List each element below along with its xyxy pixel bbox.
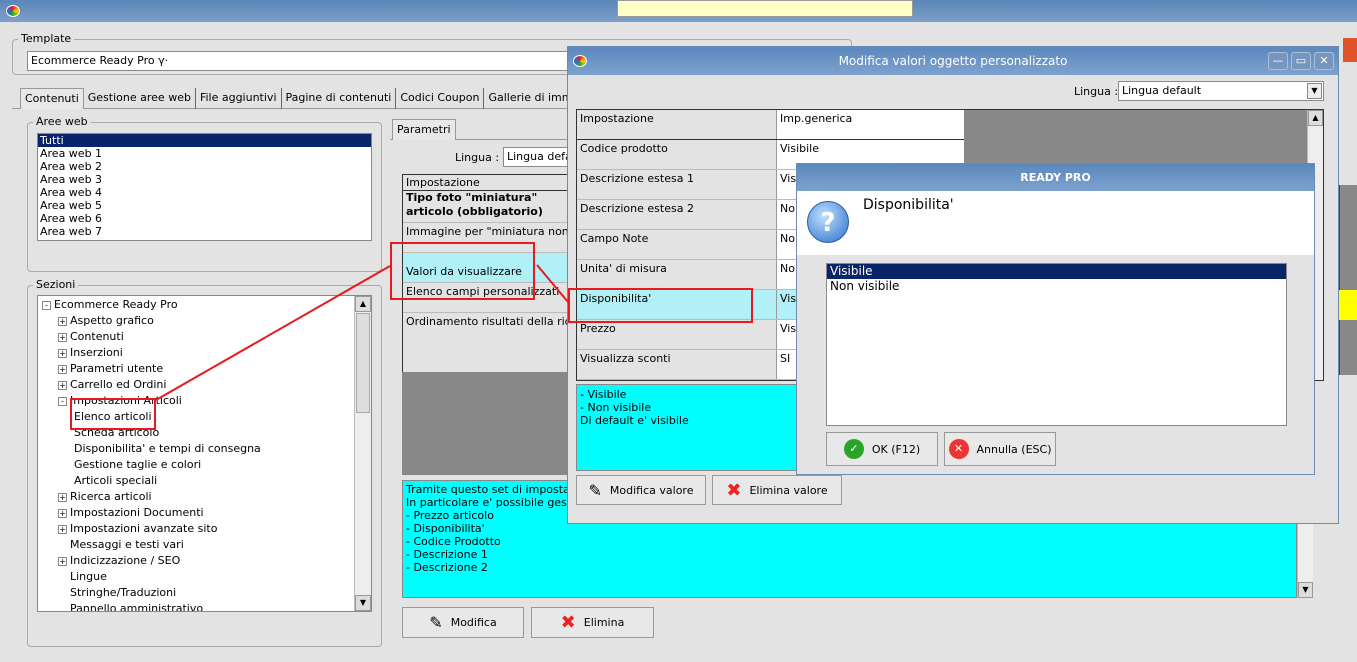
annotation-line [155,265,391,401]
annotation-line [536,264,569,303]
annotation-lines [155,264,569,401]
